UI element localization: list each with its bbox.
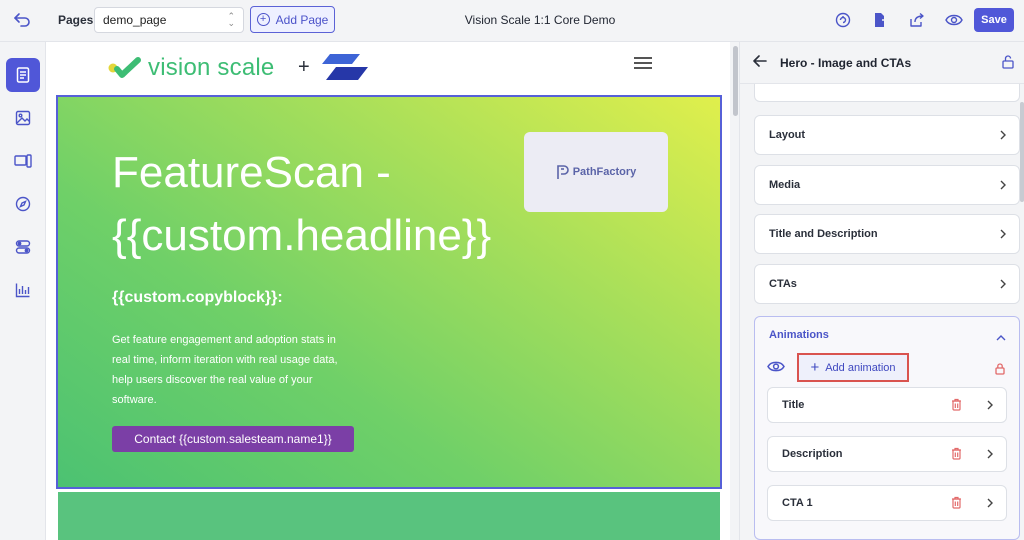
save-button[interactable]: Save <box>974 8 1014 32</box>
panel-title: Hero - Image and CTAs <box>780 56 912 70</box>
trash-icon[interactable] <box>951 398 962 414</box>
pathfactory-text: PathFactory <box>572 166 637 178</box>
analytics-icon[interactable] <box>6 273 40 307</box>
animation-item-description[interactable]: Description <box>767 436 1007 472</box>
back-arrow-icon[interactable] <box>752 53 770 71</box>
unlock-icon[interactable] <box>1002 55 1014 74</box>
toggles-icon[interactable] <box>6 230 40 264</box>
section-media[interactable]: Media <box>754 165 1020 205</box>
canvas-scrollbar[interactable] <box>730 42 740 540</box>
properties-panel: Hero - Image and CTAs Layout Media Title… <box>740 42 1024 540</box>
animation-item-label: Title <box>782 399 805 411</box>
hero-section[interactable]: FeatureScan - {{custom.headline}} {{cust… <box>56 95 722 489</box>
trash-icon[interactable] <box>951 447 962 463</box>
hero-title: FeatureScan - {{custom.headline}} <box>112 148 492 260</box>
compass-icon[interactable] <box>6 187 40 221</box>
next-section[interactable] <box>58 492 720 540</box>
hamburger-menu-icon[interactable] <box>634 57 652 72</box>
section-label: Title and Description <box>769 228 878 240</box>
add-animation-label: Add animation <box>825 361 896 374</box>
section-label: CTAs <box>769 278 797 290</box>
export-icon[interactable] <box>870 9 890 31</box>
chevron-right-icon <box>986 497 994 512</box>
chevron-right-icon <box>999 228 1007 243</box>
scrollbar-thumb[interactable] <box>733 46 738 116</box>
trash-icon[interactable] <box>951 496 962 512</box>
section-label: Media <box>769 179 801 191</box>
add-animation-button[interactable]: + Add animation <box>797 353 909 382</box>
hero-cta-button[interactable]: Contact {{custom.salesteam.name1}} <box>112 426 354 452</box>
animations-title: Animations <box>769 329 829 341</box>
section-label: Layout <box>769 129 806 141</box>
chevron-up-icon[interactable] <box>995 329 1007 347</box>
pathfactory-logo-icon <box>556 165 569 179</box>
partner-logo-icon <box>316 50 372 89</box>
logo-text: vision scale <box>148 54 275 81</box>
animations-section: Animations + Add animation Title Descrip… <box>754 316 1020 540</box>
collapsed-section-partial[interactable] <box>754 84 1020 102</box>
chevron-right-icon <box>986 448 994 463</box>
pages-icon[interactable] <box>6 58 40 92</box>
refresh-icon[interactable] <box>833 9 853 31</box>
image-icon[interactable] <box>6 101 40 135</box>
preview-eye-icon[interactable] <box>944 9 964 31</box>
animation-item-label: CTA 1 <box>782 497 813 509</box>
device-icon[interactable] <box>6 144 40 178</box>
lock-icon[interactable] <box>995 362 1005 380</box>
site-header: vision scale + <box>46 42 730 94</box>
top-toolbar: Pages: demo_page ⌃ ⌄ + Add Page Vision Sc… <box>0 0 1024 42</box>
logo-plus: + <box>298 56 310 78</box>
hero-copyblock: {{custom.copyblock}}: <box>112 289 283 306</box>
left-rail <box>0 42 46 540</box>
chevron-right-icon <box>999 129 1007 144</box>
section-layout[interactable]: Layout <box>754 115 1020 155</box>
panel-scrollbar[interactable] <box>1020 102 1024 202</box>
eye-icon[interactable] <box>767 360 785 378</box>
animation-item-label: Description <box>782 448 843 460</box>
plus-icon: + <box>810 358 820 376</box>
pathfactory-card: PathFactory <box>524 132 668 212</box>
chevron-right-icon <box>999 278 1007 293</box>
chevron-right-icon <box>999 179 1007 194</box>
section-ctas[interactable]: CTAs <box>754 264 1020 304</box>
page-canvas[interactable]: vision scale + FeatureScan - {{custom.he… <box>46 42 730 540</box>
panel-header: Hero - Image and CTAs <box>740 42 1024 84</box>
chevron-right-icon <box>986 399 994 414</box>
hero-description: Get feature engagement and adoption stat… <box>112 334 338 406</box>
vision-scale-logo: vision scale <box>108 54 274 82</box>
section-title-and-description[interactable]: Title and Description <box>754 214 1020 254</box>
animation-item-title[interactable]: Title <box>767 387 1007 423</box>
animation-item-cta-1[interactable]: CTA 1 <box>767 485 1007 521</box>
share-icon[interactable] <box>907 9 927 31</box>
